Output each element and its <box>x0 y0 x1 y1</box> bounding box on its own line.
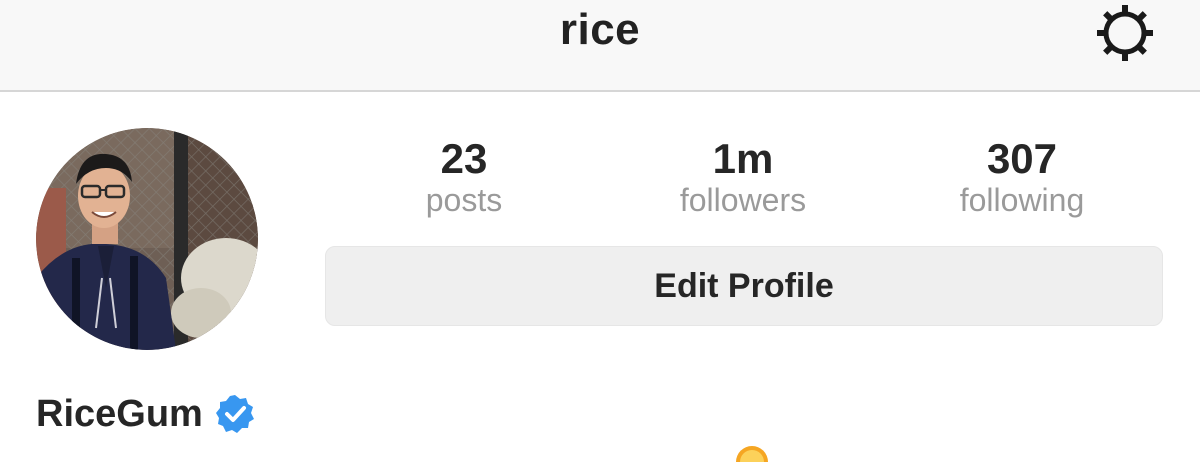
followers-label: followers <box>679 182 807 218</box>
followers-count[interactable]: 1m followers <box>633 135 853 219</box>
username-title: rice <box>559 5 641 54</box>
posts-label: posts <box>425 182 503 218</box>
profile-photo <box>36 128 258 350</box>
followers-value: 1m <box>712 135 774 182</box>
following-count[interactable]: 307 following <box>912 135 1132 219</box>
top-navigation-bar: rice <box>0 0 1200 92</box>
display-name: RiceGum <box>36 393 203 435</box>
following-value: 307 <box>986 135 1058 182</box>
following-label: following <box>959 182 1085 218</box>
posts-count[interactable]: 23 posts <box>354 135 574 219</box>
edit-profile-button[interactable]: Edit Profile <box>325 246 1163 326</box>
settings-button[interactable] <box>1092 0 1158 66</box>
verified-badge-icon <box>215 395 254 433</box>
posts-value: 23 <box>440 135 488 182</box>
gear-icon <box>1097 5 1153 61</box>
profile-name-row: RiceGum <box>36 392 255 436</box>
emoji-icon <box>736 446 768 462</box>
avatar[interactable] <box>36 128 258 350</box>
